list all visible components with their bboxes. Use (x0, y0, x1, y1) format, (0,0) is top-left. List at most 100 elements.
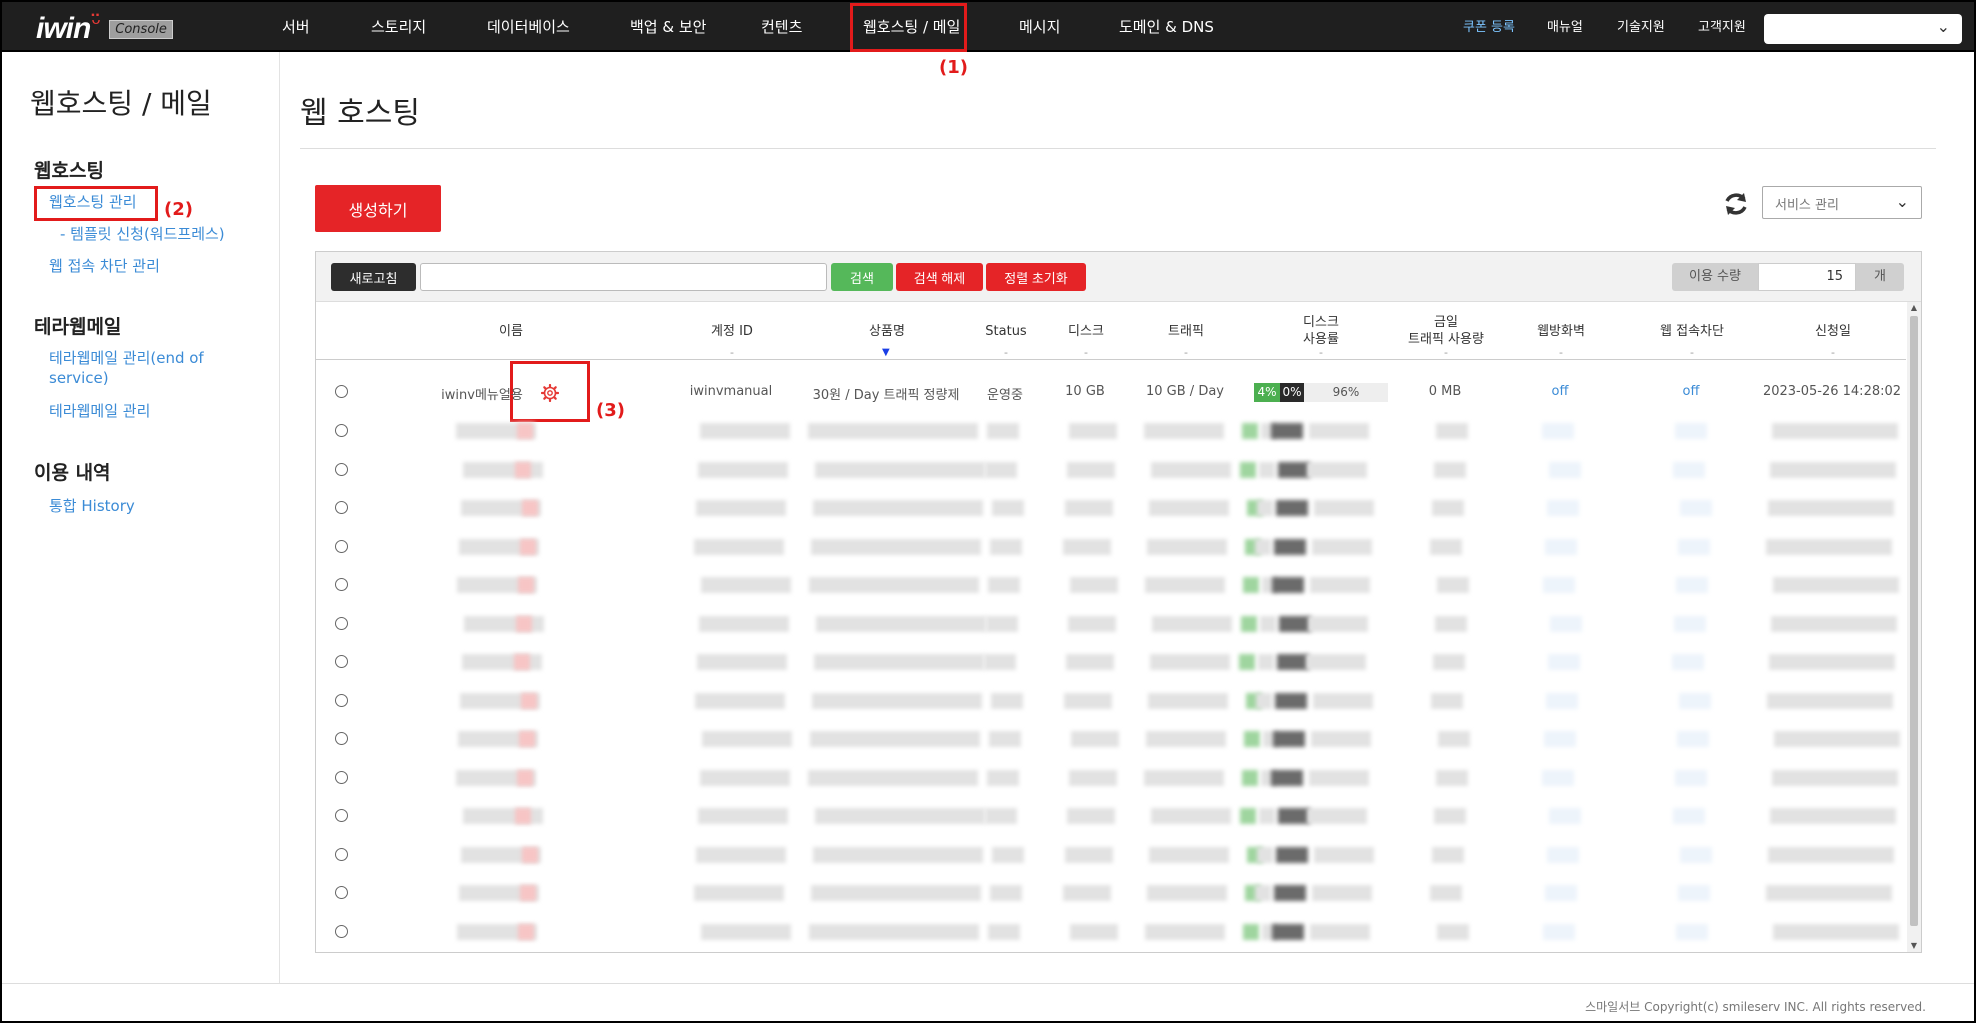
col-header-traffic[interactable]: 트래픽 (1168, 323, 1204, 340)
sidebar-group-terawebmail: 테라웹메일 (34, 316, 122, 338)
redacted-cell (694, 538, 784, 555)
redacted-cell (1773, 923, 1899, 940)
sidebar-item-template-request[interactable]: - 템플릿 신청(워드프레스) (60, 224, 225, 244)
filter-date[interactable]: - (1831, 346, 1835, 359)
row-select-radio[interactable] (335, 501, 348, 514)
row-select-radio[interactable] (335, 616, 348, 630)
redacted-cell (988, 923, 1020, 940)
scroll-down-icon[interactable]: ▼ (1907, 940, 1921, 952)
filter-web-block[interactable]: - (1690, 346, 1694, 359)
nav-customer-support[interactable]: 고객지원 (1698, 16, 1746, 35)
nav-coupon-register[interactable]: 쿠폰 등록 (1463, 16, 1515, 35)
redacted-cell (990, 538, 1022, 555)
redacted-cell (1771, 615, 1897, 632)
refresh-icon[interactable] (1722, 190, 1750, 218)
cell-web-block[interactable]: off (1683, 384, 1700, 399)
row-select-radio[interactable] (335, 886, 348, 899)
col-header-product[interactable]: 상품명 (869, 323, 905, 340)
chevron-down-icon: ⌄ (1895, 192, 1909, 211)
col-header-account-id[interactable]: 계정 ID (711, 323, 753, 340)
redacted-cell (809, 577, 979, 593)
redacted-cell (1279, 615, 1311, 632)
account-select[interactable]: ⌄ (1764, 14, 1962, 44)
filter-status[interactable]: - (1004, 346, 1008, 359)
filter-traffic[interactable]: - (1184, 346, 1188, 359)
redacted-cell (985, 808, 1017, 824)
col-header-waf[interactable]: 웹방화벽 (1537, 323, 1585, 340)
redacted-cell (1436, 423, 1468, 439)
sidebar-item-terawebmail-manage[interactable]: 테라웹메일 관리 (49, 401, 150, 421)
redacted-cell (989, 731, 1021, 747)
search-input[interactable] (420, 263, 827, 291)
nav-tech-support[interactable]: 기술지원 (1617, 16, 1665, 35)
redacted-cell (1438, 731, 1470, 747)
row-select-radio[interactable] (335, 809, 348, 822)
nav-storage[interactable]: 스토리지 (371, 16, 426, 37)
row-select-radio[interactable] (335, 693, 348, 707)
refresh-button[interactable]: 새로고침 (331, 263, 416, 291)
nav-contents[interactable]: 컨텐츠 (761, 16, 802, 37)
nav-backup-security[interactable]: 백업 & 보안 (630, 16, 706, 37)
redacted-cell (1312, 538, 1372, 555)
sidebar-item-terawebmail-eos[interactable]: 테라웹메일 관리(end of service) (49, 348, 229, 388)
col-header-web-block[interactable]: 웹 접속차단 (1660, 323, 1724, 340)
reset-sort-button[interactable]: 정렬 초기화 (986, 263, 1086, 291)
redacted-cell (1432, 846, 1464, 863)
sidebar: 웹호스팅 / 메일 웹호스팅 웹호스팅 관리 - 템플릿 신청(워드프레스) 웹… (0, 52, 280, 984)
col-header-name[interactable]: 이름 (499, 323, 523, 340)
redacted-cell (1272, 923, 1304, 940)
col-header-date[interactable]: 신청일 (1815, 323, 1851, 340)
row-select-radio[interactable] (335, 847, 348, 861)
clear-search-button[interactable]: 검색 해제 (896, 263, 983, 291)
col-header-status[interactable]: Status (985, 323, 1026, 340)
col-header-disk[interactable]: 디스크 (1068, 323, 1104, 340)
filter-waf[interactable]: - (1559, 346, 1563, 359)
redacted-cell (1150, 654, 1230, 670)
filter-today-traffic[interactable]: - (1444, 346, 1448, 359)
row-select-radio[interactable] (335, 578, 348, 591)
col-header-today-traffic[interactable]: 금일 트래픽 사용량 (1408, 314, 1484, 348)
cell-name[interactable]: iwinv메뉴얼용 (441, 384, 523, 403)
row-select-radio[interactable] (335, 655, 348, 668)
search-button[interactable]: 검색 (831, 263, 893, 291)
row-select-radio[interactable] (335, 732, 348, 745)
create-button[interactable]: 생성하기 (315, 185, 441, 232)
redacted-cell (1546, 692, 1578, 709)
redacted-cell (463, 808, 543, 824)
service-manage-select[interactable]: 서비스 관리 ⌄ (1762, 186, 1922, 219)
nav-manual[interactable]: 매뉴얼 (1547, 16, 1583, 35)
row-select-radio[interactable] (335, 385, 348, 398)
row-select-radio[interactable] (335, 424, 348, 437)
nav-domain-dns[interactable]: 도메인 & DNS (1119, 16, 1214, 37)
redacted-cell (1151, 808, 1231, 824)
col-header-disk-usage[interactable]: 디스크 사용률 (1303, 314, 1339, 348)
sidebar-item-web-access-block[interactable]: 웹 접속 차단 관리 (49, 256, 160, 276)
scroll-up-icon[interactable]: ▲ (1907, 302, 1921, 314)
sidebar-item-integrated-history[interactable]: 통합 History (49, 496, 135, 516)
nav-database[interactable]: 데이터베이스 (487, 16, 570, 37)
filter-disk[interactable]: - (1084, 346, 1088, 359)
gear-icon[interactable] (541, 384, 559, 402)
table-scrollbar[interactable]: ▲ ▼ (1907, 302, 1921, 952)
redacted-cell (1243, 577, 1259, 593)
cell-waf[interactable]: off (1552, 384, 1569, 399)
row-select-radio[interactable] (335, 924, 348, 938)
redacted-cell (1147, 538, 1227, 555)
redacted-cell (808, 423, 978, 439)
row-select-radio[interactable] (335, 462, 348, 476)
nav-message[interactable]: 메시지 (1019, 16, 1060, 37)
row-select-radio[interactable] (335, 770, 348, 784)
sort-desc-icon[interactable]: ▼ (882, 347, 890, 358)
filter-account-id[interactable]: - (730, 346, 734, 359)
redacted-cell (699, 615, 789, 632)
redacted-cell (1543, 923, 1575, 940)
page-title: 웹 호스팅 (300, 96, 420, 131)
redacted-cell (1673, 461, 1705, 478)
sidebar-item-webhosting-manage[interactable]: 웹호스팅 관리 (49, 192, 137, 212)
scroll-thumb[interactable] (1910, 316, 1918, 926)
filter-disk-usage[interactable]: - (1319, 346, 1323, 359)
iwinv-logo[interactable]: iwin ᵕ̈ Console (36, 10, 173, 46)
redacted-cell (1677, 731, 1709, 747)
row-select-radio[interactable] (335, 539, 348, 553)
nav-server[interactable]: 서버 (282, 16, 310, 37)
